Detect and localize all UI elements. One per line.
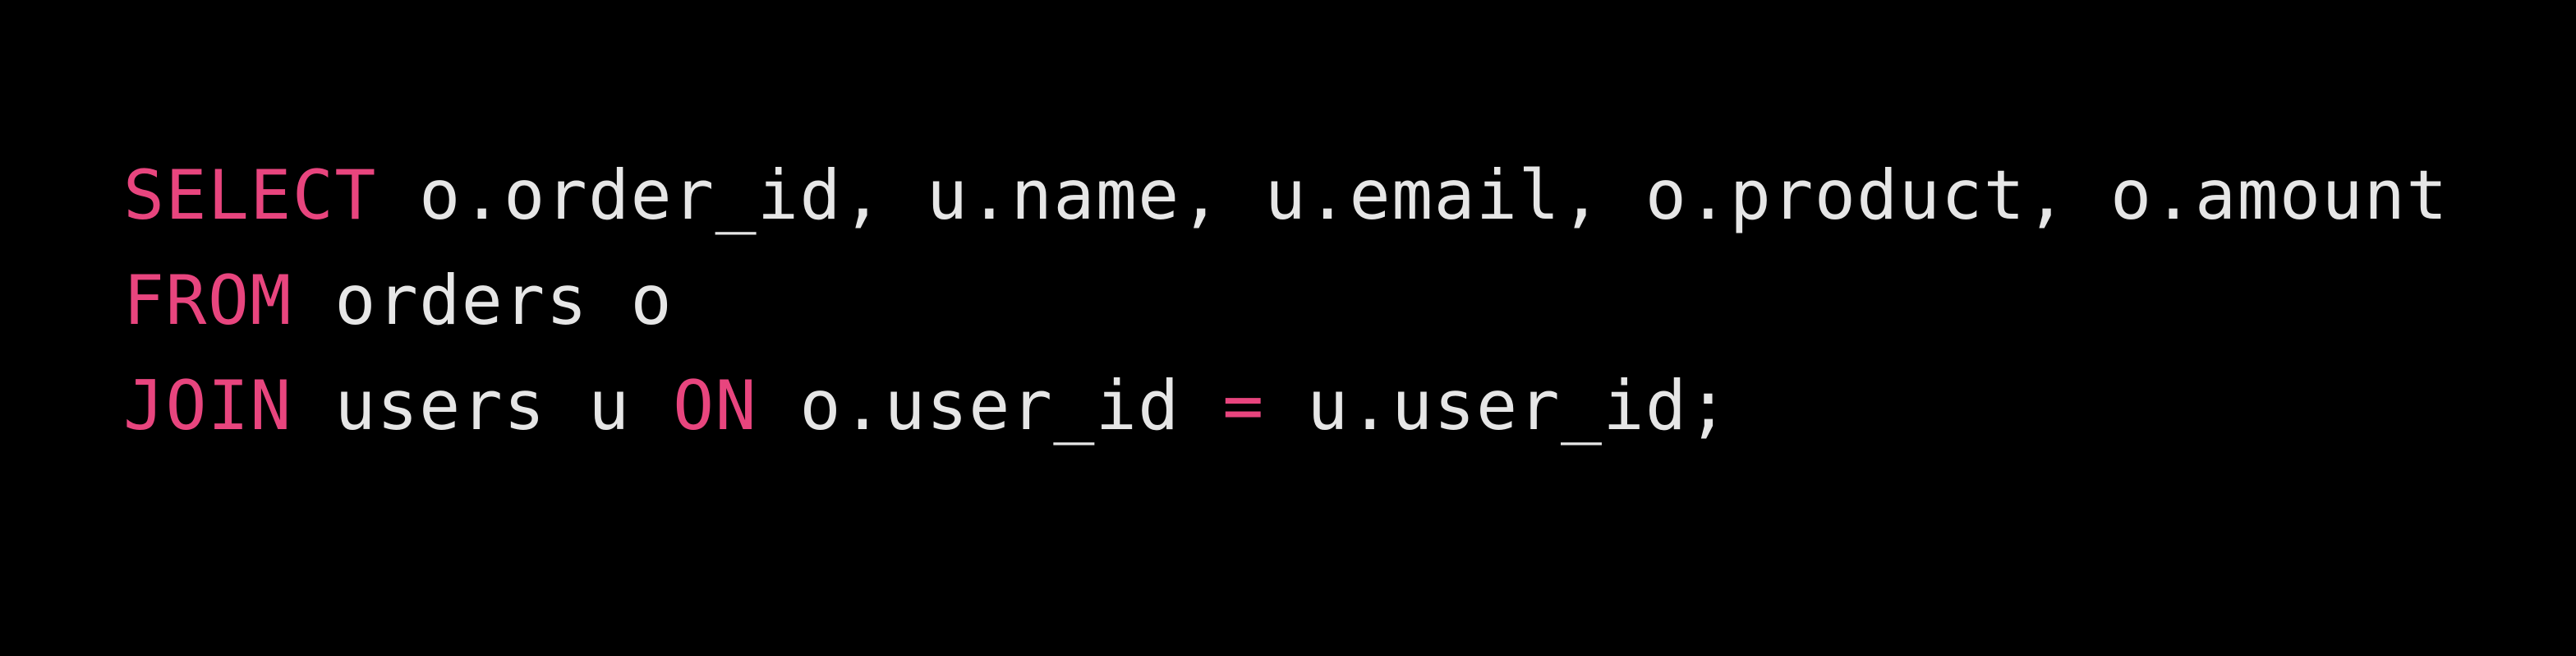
select-columns: o.order_id, u.name, u.email, o.product, … bbox=[376, 155, 2449, 235]
code-line-from: FROM orders o bbox=[123, 261, 2576, 367]
keyword-join: JOIN bbox=[123, 366, 292, 446]
join-table: users u bbox=[292, 366, 674, 446]
code-line-select: SELECT o.order_id, u.name, u.email, o.pr… bbox=[123, 156, 2576, 261]
sql-code-block: SELECT o.order_id, u.name, u.email, o.pr… bbox=[0, 0, 2576, 656]
keyword-select: SELECT bbox=[123, 155, 377, 235]
keyword-on: ON bbox=[673, 366, 758, 446]
code-line-join: JOIN users u ON o.user_id = u.user_id; bbox=[123, 367, 2576, 472]
join-left-operand: o.user_id bbox=[757, 366, 1223, 446]
keyword-from: FROM bbox=[123, 261, 292, 340]
join-right-operand: u.user_id; bbox=[1264, 366, 1730, 446]
from-table: orders o bbox=[292, 261, 674, 340]
equals-operator: = bbox=[1222, 366, 1265, 446]
